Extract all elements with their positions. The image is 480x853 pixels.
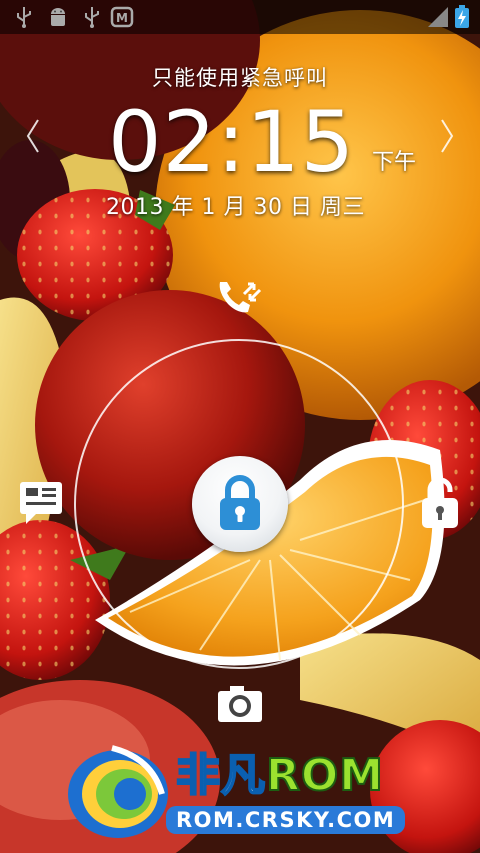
svg-text:M: M — [116, 11, 128, 25]
android-debug-icon — [46, 5, 70, 29]
chevron-right-icon[interactable] — [438, 118, 456, 154]
call-icon[interactable] — [214, 276, 266, 316]
usb-icon — [12, 5, 36, 29]
crsky-logo-icon — [68, 745, 168, 838]
battery-charging-icon — [454, 5, 470, 29]
watermark-title-part1: 非凡 — [175, 749, 266, 802]
watermark: 非凡ROM ROM.CRSKY.COM — [62, 738, 422, 850]
watermark-title: 非凡ROM — [175, 749, 385, 802]
chevron-left-icon[interactable] — [24, 118, 42, 154]
signal-icon — [426, 5, 450, 29]
camera-icon[interactable] — [216, 684, 264, 724]
lock-handle[interactable] — [192, 456, 288, 552]
emergency-call-only-text: 只能使用紧急呼叫 — [152, 66, 328, 90]
lock-icon — [220, 475, 260, 530]
market-icon: M — [110, 5, 134, 29]
clock-date: 2013 年 1 月 30 日 周三 — [106, 195, 365, 220]
watermark-url: ROM.CRSKY.COM — [166, 806, 406, 834]
unlock-icon[interactable] — [420, 476, 460, 530]
clock-time: 02:15 — [108, 93, 356, 191]
status-bar: M — [0, 0, 480, 34]
message-icon[interactable] — [18, 480, 64, 526]
watermark-title-part2: ROM — [265, 749, 385, 802]
usb-icon — [80, 5, 104, 29]
clock-ampm: 下午 — [372, 150, 417, 175]
